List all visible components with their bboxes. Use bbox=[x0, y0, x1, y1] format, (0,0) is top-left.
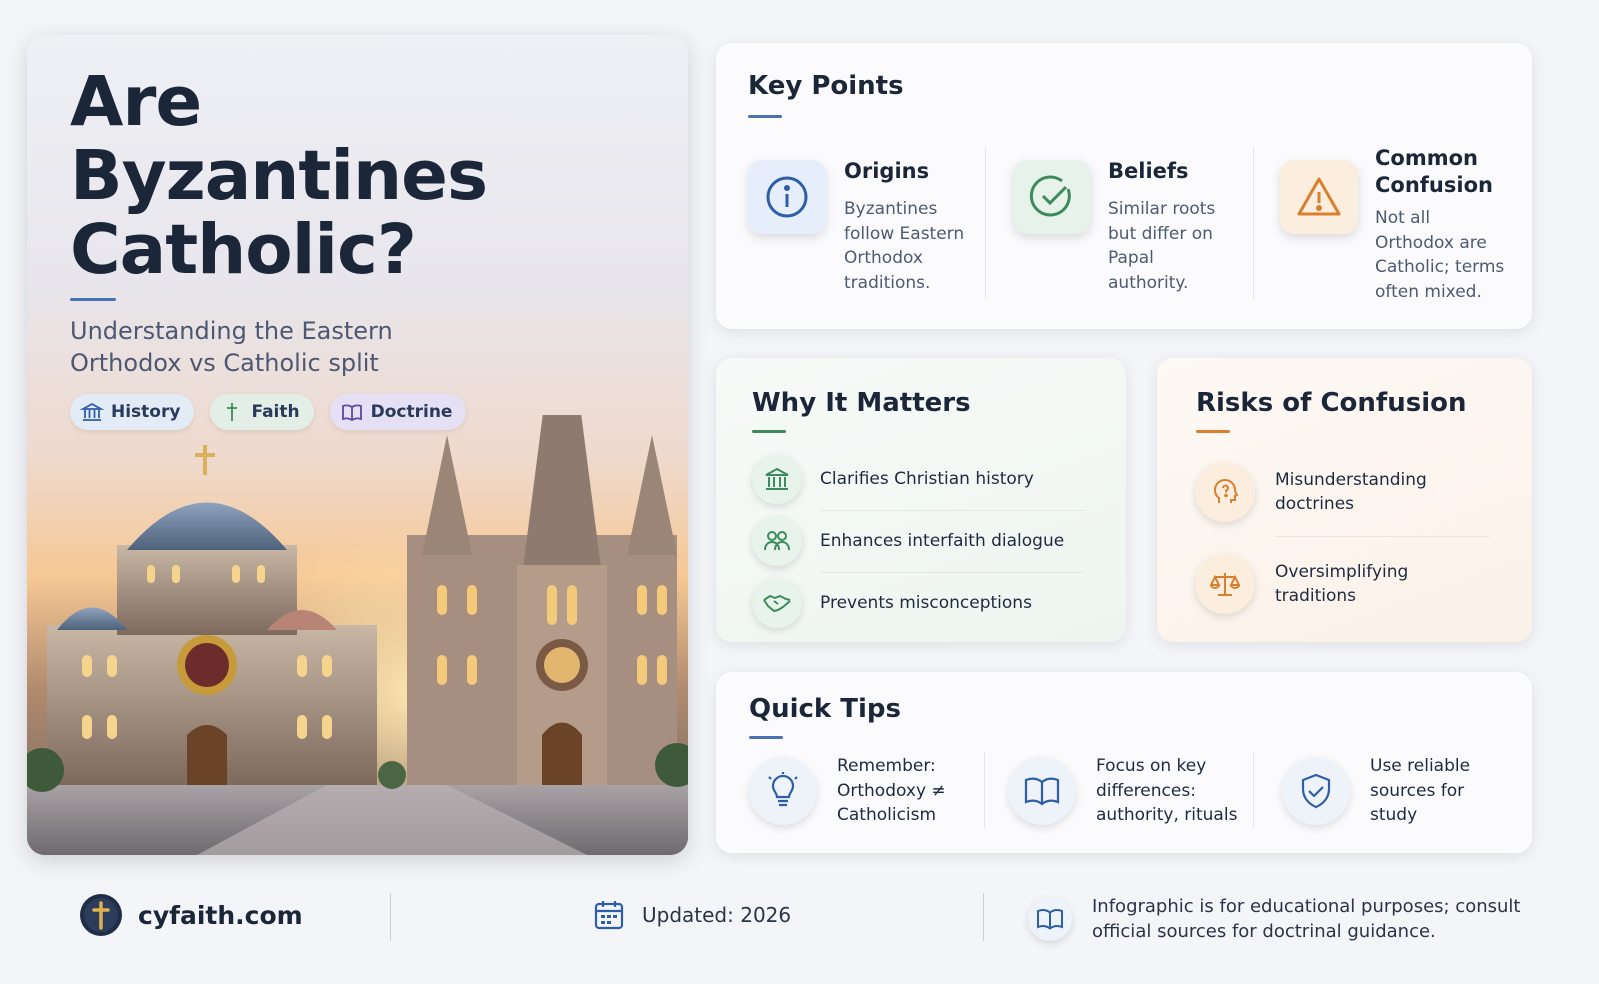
risks-title: Risks of Confusion bbox=[1196, 388, 1467, 418]
confusion-desc: Not all Orthodox are Catholic; terms oft… bbox=[1375, 208, 1505, 302]
risk-item: Oversimplifying traditions bbox=[1195, 554, 1445, 614]
building-columns-icon bbox=[80, 402, 104, 421]
risk-item-label: Oversimplifying traditions bbox=[1275, 561, 1409, 607]
hero-title-line: Are bbox=[70, 62, 202, 142]
cross-badge-icon bbox=[80, 894, 122, 936]
tip-label: Focus on key differences: authority, rit… bbox=[1096, 756, 1238, 825]
hero-card: Are Byzantines Catholic? Understanding t… bbox=[27, 35, 688, 855]
tip-item: Focus on key differences: authority, rit… bbox=[1008, 754, 1246, 828]
risks-underline bbox=[1196, 430, 1230, 433]
divider bbox=[820, 510, 1085, 511]
why-icon-circle bbox=[752, 516, 802, 566]
calendar-icon bbox=[594, 901, 624, 930]
tag-doctrine[interactable]: Doctrine bbox=[329, 394, 467, 430]
building-columns-icon bbox=[765, 467, 789, 490]
quick-tips-underline bbox=[749, 736, 783, 739]
why-item: Enhances interfaith dialogue bbox=[752, 516, 1064, 566]
scales-icon bbox=[1210, 573, 1240, 596]
people-icon bbox=[764, 531, 790, 551]
divider bbox=[1253, 752, 1254, 828]
lightbulb-icon bbox=[768, 771, 798, 806]
why-item-label: Prevents misconceptions bbox=[820, 593, 1032, 613]
origins-icon-tile bbox=[748, 160, 826, 234]
why-item: Prevents misconceptions bbox=[752, 578, 1032, 628]
disclaimer-icon-circle bbox=[1028, 897, 1072, 941]
hero-title-line: Byzantines bbox=[70, 136, 488, 216]
footer-divider bbox=[983, 893, 984, 941]
beliefs-desc: Similar roots but differ on Papal author… bbox=[1108, 199, 1216, 293]
site-name[interactable]: cyfaith.com bbox=[138, 901, 303, 930]
warning-icon bbox=[1297, 177, 1341, 216]
tip-icon-circle bbox=[749, 756, 817, 825]
quick-tips-card: Quick Tips Remember: Orthodoxy ≠ Catholi… bbox=[716, 672, 1532, 853]
tip-icon-circle bbox=[1282, 756, 1350, 825]
hero-subtitle: Understanding the Eastern Orthodox vs Ca… bbox=[70, 317, 393, 377]
tip-label: Use reliable sources for study bbox=[1370, 756, 1471, 825]
tip-label: Remember: Orthodoxy ≠ Catholicism bbox=[837, 756, 946, 825]
risk-icon-circle bbox=[1195, 462, 1255, 522]
why-underline bbox=[752, 430, 786, 433]
footer-site: cyfaith.com bbox=[79, 893, 303, 937]
origins-desc: Byzantines follow Eastern Orthodox tradi… bbox=[844, 199, 965, 293]
tag-faith[interactable]: Faith bbox=[210, 394, 314, 430]
risk-item-label: Misunderstanding doctrines bbox=[1275, 469, 1427, 515]
tip-item: Use reliable sources for study bbox=[1282, 754, 1490, 828]
why-item: Clarifies Christian history bbox=[752, 454, 1034, 504]
hero-title-line: Catholic? bbox=[70, 210, 417, 290]
tag-label: Faith bbox=[251, 402, 300, 422]
footer-disclaimer: Infographic is for educational purposes;… bbox=[1028, 894, 1522, 944]
key-points-underline bbox=[748, 115, 782, 118]
open-book-icon bbox=[1037, 909, 1063, 930]
why-it-matters-card: Why It Matters Clarifies Christian histo… bbox=[716, 358, 1126, 642]
tag-history[interactable]: History bbox=[70, 394, 195, 430]
cross-icon bbox=[227, 403, 238, 421]
risk-icon-circle bbox=[1195, 554, 1255, 614]
tag-label: History bbox=[111, 402, 181, 422]
why-icon-circle bbox=[752, 578, 802, 628]
disclaimer-text: Infographic is for educational purposes;… bbox=[1092, 896, 1521, 942]
open-book-icon bbox=[1024, 777, 1060, 806]
risk-item: Misunderstanding doctrines bbox=[1195, 462, 1445, 522]
quick-tips-title: Quick Tips bbox=[749, 694, 902, 724]
risks-card: Risks of Confusion Misunderstanding doct… bbox=[1157, 358, 1532, 642]
tip-item: Remember: Orthodoxy ≠ Catholicism bbox=[749, 754, 967, 828]
why-item-label: Enhances interfaith dialogue bbox=[820, 531, 1065, 551]
updated-text: Updated: 2026 bbox=[642, 903, 792, 927]
divider bbox=[1253, 147, 1254, 299]
hero-title-underline bbox=[70, 298, 116, 301]
cathedral-illustration bbox=[27, 415, 688, 855]
why-it-matters-title: Why It Matters bbox=[752, 388, 971, 418]
divider bbox=[985, 147, 986, 299]
origins-title: Origins bbox=[844, 159, 930, 183]
why-item-label: Clarifies Christian history bbox=[820, 469, 1034, 489]
info-icon bbox=[766, 176, 808, 218]
shield-check-icon bbox=[1301, 773, 1331, 808]
footer-updated: Updated: 2026 bbox=[592, 898, 791, 932]
key-points-title: Key Points bbox=[748, 71, 904, 101]
handshake-icon bbox=[763, 595, 791, 612]
tip-icon-circle bbox=[1008, 756, 1076, 825]
divider bbox=[1275, 536, 1490, 537]
confusion-title: Common Confusion bbox=[1375, 146, 1493, 197]
open-book-icon bbox=[341, 404, 362, 422]
head-question-icon bbox=[1213, 479, 1239, 503]
hero-title: Are Byzantines Catholic? bbox=[70, 62, 488, 290]
divider bbox=[820, 572, 1085, 573]
confusion-icon-tile bbox=[1280, 160, 1358, 234]
footer-divider bbox=[390, 893, 391, 941]
why-icon-circle bbox=[752, 454, 802, 504]
beliefs-title: Beliefs bbox=[1108, 159, 1189, 183]
divider bbox=[984, 752, 985, 828]
tag-label: Doctrine bbox=[370, 402, 453, 422]
key-points-card: Key Points Origins Byzantines follow Eas… bbox=[716, 43, 1532, 329]
check-circle-icon bbox=[1029, 175, 1071, 217]
beliefs-icon-tile bbox=[1013, 160, 1091, 234]
topic-tags: History Faith Doctrine bbox=[70, 394, 467, 430]
